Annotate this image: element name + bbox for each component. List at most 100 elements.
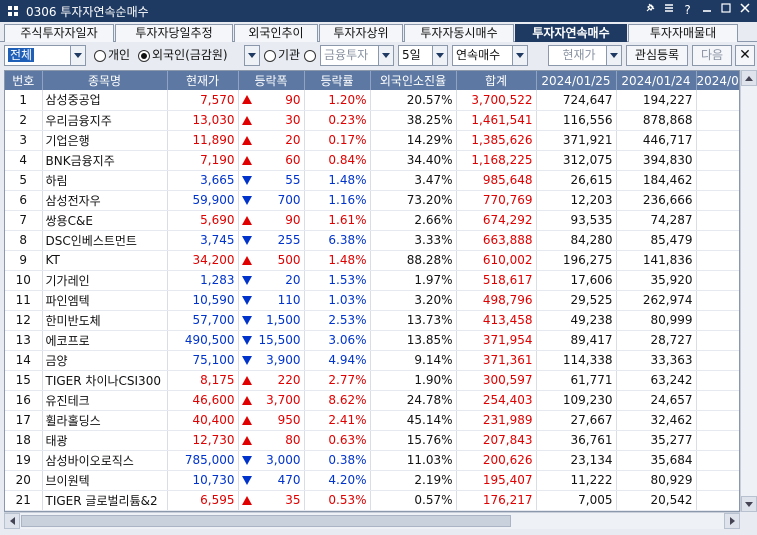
cell-date-3: 7 — [696, 410, 739, 431]
table-row[interactable]: 18 태광 12,730 80 0.63% 15.76% 207,843 36,761 35,2… — [5, 430, 739, 451]
cell-name[interactable]: DSC인베스트먼트 — [42, 230, 168, 251]
cell-no: 8 — [5, 230, 43, 251]
cell-name[interactable]: 에코프로 — [42, 330, 168, 351]
next-button[interactable]: 다음 — [692, 45, 732, 66]
table-row[interactable]: 10 기가레인 1,283 20 1.53% 1.97% 518,617 17,606 35,9… — [5, 270, 739, 291]
chevron-down-icon[interactable] — [512, 46, 527, 65]
header-price[interactable]: 현재가 — [167, 71, 239, 90]
tab-investor-intraday-estimate[interactable]: 투자자당일추정 — [115, 24, 233, 42]
cell-name[interactable]: 삼성바이오로직스 — [42, 450, 168, 471]
header-total[interactable]: 합계 — [456, 71, 537, 90]
cell-name[interactable]: 삼성전자우 — [42, 190, 168, 211]
tab-investor-supply-zone[interactable]: 투자자매물대 — [628, 24, 738, 42]
cell-name[interactable]: 한미반도체 — [42, 310, 168, 331]
close-icon[interactable] — [736, 2, 753, 19]
cell-total: 518,617 — [456, 270, 537, 291]
table-row[interactable]: 2 우리금융지주 13,030 30 0.23% 38.25% 1,461,541 116,5… — [5, 110, 739, 131]
tab-investor-simultaneous-buy[interactable]: 투자자동시매수 — [404, 24, 514, 42]
header-date-3[interactable]: 2024/01/23 — [696, 71, 739, 90]
cell-name[interactable]: 파인엠텍 — [42, 290, 168, 311]
header-foreign-ratio[interactable]: 외국인소진율 — [370, 71, 457, 90]
tab-investor-top[interactable]: 투자자상위 — [319, 24, 403, 42]
radio-individual-dot[interactable] — [94, 49, 106, 62]
horizontal-scrollbar[interactable] — [4, 512, 740, 529]
table-row[interactable]: 3 기업은행 11,890 20 0.17% 14.29% 1,385,626 371,921… — [5, 130, 739, 151]
table-row[interactable]: 15 TIGER 차이나CSI300 8,175 220 2.77% 1.90% 300,5… — [5, 370, 739, 391]
cell-name[interactable]: 금양 — [42, 350, 168, 371]
price-select[interactable]: 현재가 — [548, 45, 622, 66]
tab-investor-daily[interactable]: 주식투자자일자 — [4, 24, 114, 42]
cell-name[interactable]: 기업은행 — [42, 130, 168, 151]
cell-name[interactable]: TIGER 글로벌리튬&2 — [42, 490, 168, 511]
table-row[interactable]: 20 브이원텍 10,730 470 4.20% 2.19% 195,407 11,222 80… — [5, 470, 739, 491]
institution-type-dot[interactable] — [304, 49, 316, 62]
help-icon[interactable]: ? — [679, 2, 696, 19]
scroll-up-icon[interactable] — [741, 70, 757, 86]
table-row[interactable]: 7 쌍용C&E 5,690 90 1.61% 2.66% 674,292 93,535 74,2… — [5, 210, 739, 231]
table-row[interactable]: 12 한미반도체 57,700 1,500 2.53% 13.73% 413,458 49,2… — [5, 310, 739, 331]
header-date-2[interactable]: 2024/01/24 — [616, 71, 697, 90]
table-row[interactable]: 8 DSC인베스트먼트 3,745 255 6.38% 3.33% 663,888 84,28… — [5, 230, 739, 251]
close-filter-button[interactable]: ✕ — [735, 45, 755, 66]
cell-name[interactable]: 우리금융지주 — [42, 110, 168, 131]
vertical-scrollbar[interactable] — [740, 70, 757, 512]
radio-institution-dot[interactable] — [264, 49, 276, 62]
cell-name[interactable]: TIGER 차이나CSI300 — [42, 370, 168, 391]
table-row[interactable]: 11 파인엠텍 10,590 110 1.03% 3.20% 498,796 29,525 26… — [5, 290, 739, 311]
table-row[interactable]: 16 유진테크 46,600 3,700 8.62% 24.78% 254,403 109,2… — [5, 390, 739, 411]
table-row[interactable]: 5 하림 3,665 55 1.48% 3.47% 985,648 26,615 184,462… — [5, 170, 739, 191]
pin-icon[interactable] — [641, 2, 658, 19]
cell-name[interactable]: 유진테크 — [42, 390, 168, 411]
watch-register-button[interactable]: 관심등록 — [626, 45, 688, 66]
radio-institution[interactable]: 기관 — [264, 45, 300, 66]
header-change[interactable]: 등락폭 — [238, 71, 305, 90]
chevron-down-icon[interactable] — [378, 46, 393, 65]
table-row[interactable]: 4 BNK금융지주 7,190 60 0.84% 34.40% 1,168,225 312,0… — [5, 150, 739, 171]
table-row[interactable]: 1 삼성중공업 7,570 90 1.20% 20.57% 3,700,522 724,647… — [5, 90, 739, 111]
chevron-down-icon[interactable] — [70, 46, 85, 65]
scroll-right-icon[interactable] — [724, 513, 740, 529]
scroll-down-icon[interactable] — [741, 496, 757, 512]
table-row[interactable]: 14 금양 75,100 3,900 4.94% 9.14% 371,361 114,338 3… — [5, 350, 739, 371]
maximize-icon[interactable] — [717, 2, 734, 19]
header-date-1[interactable]: 2024/01/25 — [536, 71, 617, 90]
cell-name[interactable]: 삼성중공업 — [42, 90, 168, 111]
header-name[interactable]: 종목명 — [42, 71, 168, 90]
radio-foreign-dot[interactable] — [138, 49, 150, 62]
table-row[interactable]: 9 KT 34,200 500 1.48% 88.28% 610,002 196,275 141… — [5, 250, 739, 271]
tab-foreign-trend[interactable]: 외국인추이 — [234, 24, 318, 42]
cell-name[interactable]: 브이원텍 — [42, 470, 168, 491]
chevron-down-icon[interactable] — [244, 46, 259, 65]
tab-investor-consecutive-buy[interactable]: 투자자연속매수 — [515, 24, 627, 42]
header-no[interactable]: 번호 — [5, 71, 43, 90]
table-row[interactable]: 6 삼성전자우 59,900 700 1.16% 73.20% 770,769 12,203 2… — [5, 190, 739, 211]
horizontal-scroll-thumb[interactable] — [21, 515, 511, 527]
institution-type-select[interactable]: 금융투자 — [320, 45, 394, 66]
cell-name[interactable]: KT — [42, 250, 168, 271]
scroll-left-icon[interactable] — [4, 513, 20, 529]
chevron-down-icon[interactable] — [432, 46, 447, 65]
chevron-down-icon[interactable] — [606, 46, 621, 65]
cell-name[interactable]: 하림 — [42, 170, 168, 191]
table-row[interactable]: 13 에코프로 490,500 15,500 3.06% 13.85% 371,954 89,… — [5, 330, 739, 351]
mode-select[interactable]: 연속매수 — [452, 45, 528, 66]
table-row[interactable]: 21 TIGER 글로벌리튬&2 6,595 35 0.53% 0.57% 176,217 7… — [5, 490, 739, 511]
cell-name[interactable]: 쌍용C&E — [42, 210, 168, 231]
cell-name[interactable]: 태광 — [42, 430, 168, 451]
institution-type-radio[interactable] — [304, 45, 316, 66]
radio-foreign[interactable]: 외국인(금감원) — [138, 45, 228, 66]
header-rate[interactable]: 등락률 — [304, 71, 371, 90]
menu-icon[interactable] — [660, 2, 677, 19]
cell-name[interactable]: 휠라홀딩스 — [42, 410, 168, 431]
days-select[interactable]: 5일 — [398, 45, 448, 66]
market-select[interactable]: 전체 — [4, 45, 86, 66]
cell-date-3: 3 — [696, 290, 739, 311]
table-row[interactable]: 19 삼성바이오로직스 785,000 3,000 0.38% 11.03% 200,626… — [5, 450, 739, 471]
cell-name[interactable]: BNK금융지주 — [42, 150, 168, 171]
radio-individual[interactable]: 개인 — [94, 45, 130, 66]
minimize-icon[interactable] — [698, 2, 715, 19]
cell-change-value: 3,900 — [266, 353, 301, 367]
cell-name[interactable]: 기가레인 — [42, 270, 168, 291]
foreign-source-dropdown[interactable] — [244, 45, 260, 66]
table-row[interactable]: 17 휠라홀딩스 40,400 950 2.41% 45.14% 231,989 27,667… — [5, 410, 739, 431]
